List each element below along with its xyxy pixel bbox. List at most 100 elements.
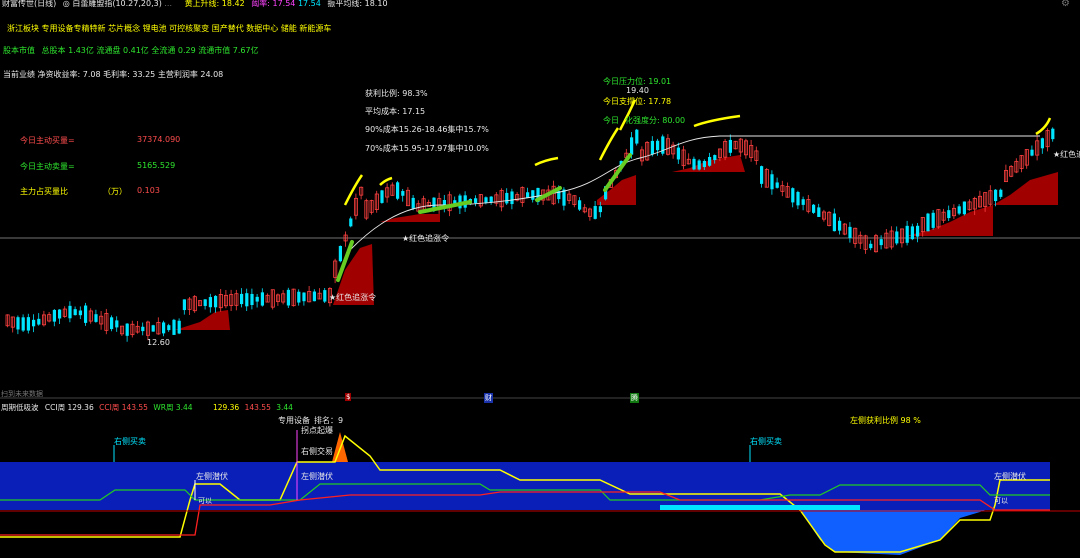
cap-label: 股本市值 xyxy=(3,46,35,55)
candle-body xyxy=(484,197,488,203)
candle-body xyxy=(770,174,774,190)
earnings-info: 当前业绩 净资收益率: 7.08 毛利率: 33.25 主营利润率 24.08 xyxy=(3,70,224,79)
candle-body xyxy=(869,243,873,249)
chip-area-7 xyxy=(993,172,1058,205)
label-left-lurk-1: 左侧潜伏 xyxy=(196,472,228,481)
candle-body xyxy=(832,213,836,232)
price-chart[interactable] xyxy=(0,0,1080,558)
candle-body xyxy=(73,309,77,316)
candle-body xyxy=(801,199,805,205)
indicator-value-3: 17.54 xyxy=(297,0,321,8)
label-left-lurk-2: 左侧潜伏 xyxy=(301,472,333,481)
candle-body xyxy=(260,292,264,306)
candle-body xyxy=(630,137,634,155)
candle-body xyxy=(531,190,535,200)
candle-body xyxy=(84,305,88,323)
candle-body xyxy=(791,188,795,203)
candle-body xyxy=(21,317,25,331)
chip-area-1 xyxy=(175,310,230,330)
candle-body xyxy=(151,325,155,332)
signal-label-3: ★红色追... xyxy=(1053,150,1080,159)
candle-body xyxy=(999,189,1003,197)
yellow-arc xyxy=(379,176,393,186)
candle-body xyxy=(312,291,316,302)
chip-area-4 xyxy=(597,175,636,205)
signal-label-2: ★红色追涨令 xyxy=(402,234,450,243)
candle-body xyxy=(812,204,816,213)
extra-3: 3.44 xyxy=(276,403,293,412)
candle-body xyxy=(635,129,639,144)
indicator-name[interactable]: ◎ 白蕾雕盟指(10.27,20,3) xyxy=(63,0,162,8)
active-buy-label: 今日主动买量= xyxy=(20,136,75,145)
candle-body xyxy=(182,299,186,311)
candle-body xyxy=(16,317,20,330)
candle-body xyxy=(302,292,306,302)
candle-body xyxy=(78,310,82,316)
candle-body xyxy=(26,317,30,331)
yellow-arc xyxy=(534,156,559,167)
candle-body xyxy=(323,290,327,302)
label-right-trade-1: 右侧买卖 xyxy=(114,437,146,446)
cap-values: 总股本 1.43亿 流通盘 0.41亿 全流通 0.29 流通市值 7.67亿 xyxy=(41,46,259,55)
candle-body xyxy=(994,189,998,202)
candle-body xyxy=(838,220,842,231)
low-price-label: 12.60 xyxy=(147,338,170,347)
candle-body xyxy=(115,320,119,328)
candle-body xyxy=(879,239,883,246)
main-ratio-unit: （万） xyxy=(103,187,127,196)
candle-body xyxy=(380,190,384,203)
candle-body xyxy=(1040,138,1044,149)
candle-body xyxy=(286,289,290,306)
sub-dip-area xyxy=(780,510,985,555)
cci-g-value: 143.55 xyxy=(121,403,148,412)
marker-tencent[interactable]: 腾 xyxy=(630,393,639,403)
support-level: 今日支撑位: 17.78 xyxy=(603,97,672,106)
candle-body xyxy=(910,226,914,240)
candle-body xyxy=(947,210,951,219)
candle-body xyxy=(656,140,660,151)
candle-body xyxy=(916,225,920,237)
candle-body xyxy=(489,196,493,203)
candle-body xyxy=(162,322,166,334)
marker-finance[interactable]: 财 xyxy=(484,393,493,403)
candle-body xyxy=(650,140,654,155)
candle-body xyxy=(110,317,114,330)
cap-info: 股本市值 总股本 1.43亿 流通盘 0.41亿 全流通 0.29 流通市值 7… xyxy=(3,45,259,56)
candle-body xyxy=(775,182,779,188)
app-title: 财富传世(日线) xyxy=(2,0,57,8)
cost-90: 90%成本15.26-18.46集中15.7% xyxy=(365,125,489,134)
active-sell-label: 今日主动卖量= xyxy=(20,162,75,171)
price-high-label: 19.40 xyxy=(626,86,649,95)
wr-label: WR周 xyxy=(153,403,174,412)
label-right-trade-2: 右侧买卖 xyxy=(750,437,782,446)
sub-title[interactable]: 周期低吸波 xyxy=(1,403,39,412)
candle-body xyxy=(255,296,259,302)
active-sell-value: 5165.529 xyxy=(137,161,176,170)
candle-body xyxy=(411,197,415,209)
wr-value: 3.44 xyxy=(175,403,193,412)
cci-value: 129.36 xyxy=(67,403,94,412)
main-ratio-value: 0.103 xyxy=(137,186,160,195)
marker-dollar[interactable]: $ xyxy=(345,393,352,401)
settings-gear-icon[interactable]: ⚙ xyxy=(1061,0,1070,9)
candle-body xyxy=(68,305,72,319)
candle-body xyxy=(349,218,353,227)
sub-cyan-band xyxy=(660,505,860,510)
candle-body xyxy=(931,212,935,228)
title-bar: 财富传世(日线) ◎ 白蕾雕盟指(10.27,20,3) ... 黄上升线: 1… xyxy=(2,0,388,9)
sub-band xyxy=(0,462,1050,510)
candle-body xyxy=(214,295,218,308)
candle-body xyxy=(1051,128,1055,140)
left-profit-ratio: 左侧获利比例 98 % xyxy=(850,416,921,425)
strength-score: 化强度分: 80.00 xyxy=(625,116,686,125)
candle-body xyxy=(245,293,249,307)
main-ratio-label: 主力占买量比 xyxy=(20,187,68,196)
signal-label-1: ★红色追涨令 xyxy=(329,293,377,302)
candle-body xyxy=(962,201,966,215)
candle-body xyxy=(676,147,680,160)
candle-body xyxy=(250,293,254,305)
candle-body xyxy=(562,189,566,206)
candle-body xyxy=(697,160,701,170)
candle-body xyxy=(141,326,145,332)
candle-body xyxy=(52,309,56,322)
